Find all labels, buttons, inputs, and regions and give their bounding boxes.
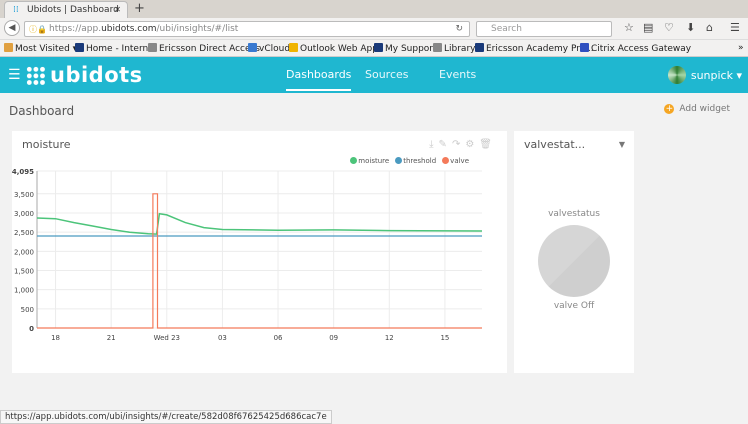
bookmark-label: Home - Internal: [86, 44, 157, 54]
x-tick-label: 21: [107, 334, 116, 342]
url-domain: ubidots.com: [101, 24, 157, 34]
series-line-valve: [37, 193, 482, 329]
bookmark-item[interactable]: Outlook Web App: [289, 43, 378, 54]
download-icon[interactable]: ⬇: [686, 21, 695, 34]
bookmark-label: Ericsson Academy Pro...: [486, 44, 594, 54]
bookmark-icon: [148, 43, 157, 52]
indicator-circle: [538, 225, 610, 297]
y-tick-label: 1,500: [14, 267, 34, 275]
bookmark-label: Library: [444, 44, 476, 54]
url-path: /ubi/insights/#/list: [156, 24, 239, 34]
close-tab-icon[interactable]: ✕: [114, 5, 121, 14]
reload-icon[interactable]: ↻: [455, 24, 463, 34]
user-menu[interactable]: sunpick ▾: [667, 66, 742, 84]
variable-name: valvestatus: [548, 209, 600, 219]
x-tick-label: 15: [440, 334, 449, 342]
url-prefix: https://app.: [49, 24, 102, 34]
bookmarks-overflow-icon[interactable]: »: [738, 43, 744, 53]
new-tab-button[interactable]: +: [134, 1, 145, 16]
logo-text: ubidots: [50, 63, 143, 87]
bookmark-label: My Support: [385, 44, 437, 54]
dropdown-caret-icon[interactable]: ▼: [619, 140, 625, 149]
ubidots-favicon-icon: ⁞⁞: [13, 5, 19, 15]
bookmark-icon: [374, 43, 383, 52]
x-tick-label: Wed 23: [154, 334, 180, 342]
series-line-moisture: [36, 212, 483, 235]
y-tick-label: 2,500: [14, 229, 34, 237]
bookmark-icon: [289, 43, 298, 52]
bookmarks-bar: Most Visited ▾ Home - Internal Ericsson Di…: [0, 40, 748, 57]
lock-warning-icon: ⓘ🔒: [29, 25, 47, 34]
bookmark-label: Outlook Web App: [300, 44, 378, 54]
bookmark-item[interactable]: vCloud: [248, 43, 290, 54]
search-placeholder: Search: [491, 24, 522, 34]
user-name: sunpick ▾: [690, 69, 742, 82]
bookmark-item[interactable]: Ericsson Direct Access: [148, 43, 260, 54]
bookmark-item[interactable]: Ericsson Academy Pro...: [475, 43, 594, 54]
url-bar[interactable]: ⓘ🔒 https://app.ubidots.com/ubi/insights/#…: [24, 21, 470, 37]
home-icon[interactable]: ⌂: [706, 21, 713, 34]
hamburger-menu-icon[interactable]: ☰: [8, 67, 21, 83]
valve-status-widget: valvestat... ▼ valvestatus valve Off: [514, 131, 634, 373]
plus-icon: +: [664, 104, 675, 114]
indicator-state: valve Off: [553, 301, 595, 311]
bookmark-icon: [580, 43, 589, 52]
y-tick-label: 0: [29, 325, 34, 333]
page-title: Dashboard: [9, 104, 75, 118]
tab-title: Ubidots | Dashboard: [27, 5, 119, 15]
y-tick-label: 3,000: [14, 210, 34, 218]
status-bar-url: https://app.ubidots.com/ubi/insights/#/c…: [0, 410, 332, 424]
add-widget-label: Add widget: [679, 104, 730, 114]
browser-navbar: ◀ ⓘ🔒 https://app.ubidots.com/ubi/insights…: [0, 18, 748, 40]
bookmark-item[interactable]: Home - Internal: [75, 43, 156, 54]
x-tick-label: 03: [218, 334, 227, 342]
bookmark-label: vCloud: [259, 44, 291, 54]
moisture-chart-widget: moisture ⤓✎↷⚙🗑 moisture threshold valve 05…: [12, 131, 507, 373]
app-header: ☰ ubidots Dashboards Sources Events sunp…: [0, 57, 748, 93]
bookmark-item[interactable]: Library: [433, 43, 475, 54]
browser-tab[interactable]: ⁞⁞ Ubidots | Dashboard ✕: [4, 1, 128, 18]
bookmark-item[interactable]: Citrix Access Gateway: [580, 43, 691, 54]
avatar: [667, 66, 686, 84]
bookmark-item[interactable]: My Support: [374, 43, 437, 54]
x-tick-label: 06: [274, 334, 283, 342]
add-widget-button[interactable]: + Add widget: [664, 104, 730, 114]
chart-plot: 0 500 1,000 1,500 2,000 2,500 3,000 3,500 4,095 1…: [12, 168, 483, 342]
y-tick-label: 1,000: [14, 287, 34, 295]
search-input[interactable]: Search: [476, 21, 612, 37]
x-tick-label: 18: [51, 334, 60, 342]
pocket-icon[interactable]: ♡: [664, 21, 674, 34]
y-tick-label: 3,500: [14, 191, 34, 199]
bookmark-icon: [75, 43, 84, 52]
bookmark-star-icon[interactable]: ☆: [624, 21, 634, 34]
widget-title: valvestat...: [524, 138, 586, 151]
logo-dots-icon: [26, 66, 46, 86]
reading-list-icon[interactable]: ▤: [643, 21, 653, 34]
bookmark-label: Citrix Access Gateway: [591, 44, 692, 54]
x-tick-label: 09: [329, 334, 338, 342]
y-tick-label: 4,095: [12, 168, 34, 176]
menu-icon[interactable]: ☰: [730, 21, 740, 34]
bookmark-icon: [475, 43, 484, 52]
nav-dashboards[interactable]: Dashboards: [286, 68, 352, 91]
bookmark-item[interactable]: Most Visited ▾: [4, 43, 77, 54]
browser-tabbar: ⁞⁞ Ubidots | Dashboard ✕ +: [0, 0, 748, 18]
nav-sources[interactable]: Sources: [365, 68, 409, 81]
bookmark-icon: [433, 43, 442, 52]
nav-events[interactable]: Events: [439, 68, 476, 81]
back-button[interactable]: ◀: [4, 20, 20, 36]
bookmark-label: Most Visited ▾: [15, 44, 78, 54]
bookmark-label: Ericsson Direct Access: [159, 44, 260, 54]
x-tick-label: 12: [385, 334, 394, 342]
y-tick-label: 500: [21, 306, 34, 314]
y-tick-label: 2,000: [14, 248, 34, 256]
ubidots-logo[interactable]: ubidots: [26, 63, 143, 87]
bookmark-icon: [4, 43, 13, 52]
bookmark-icon: [248, 43, 257, 52]
